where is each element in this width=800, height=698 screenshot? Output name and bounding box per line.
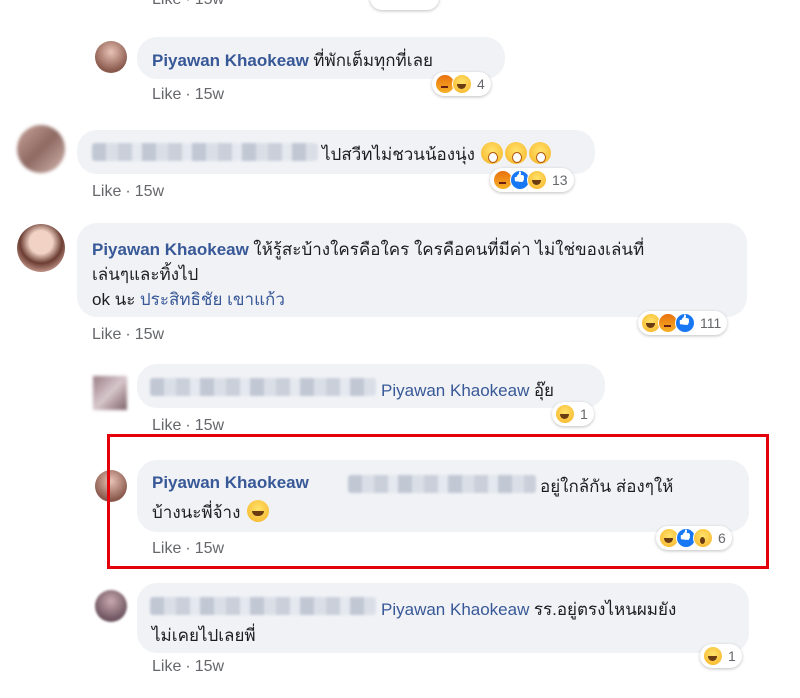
reaction-count: 1 bbox=[728, 648, 736, 664]
comment-text: ที่พักเต็มทุกที่เลย bbox=[313, 51, 433, 70]
comment-meta: Like·15w bbox=[152, 658, 225, 675]
comment-text: ok นะ bbox=[92, 290, 136, 309]
avatar[interactable] bbox=[95, 590, 127, 622]
comment-body: Piyawan Khaokeaw อุ๊ย bbox=[381, 377, 554, 404]
like-link[interactable]: Like bbox=[152, 0, 181, 8]
timestamp: 15w bbox=[194, 658, 225, 675]
comment-text-line: เล่นๆและทิ้งไป bbox=[92, 265, 199, 284]
like-link[interactable]: Like bbox=[152, 86, 181, 103]
blurred-name bbox=[150, 597, 376, 615]
timestamp: 15w bbox=[134, 326, 165, 343]
avatar[interactable] bbox=[17, 224, 65, 272]
haha-reaction-icon bbox=[555, 404, 575, 424]
scream-emoji-icon bbox=[481, 142, 504, 164]
mention-link[interactable]: Piyawan Khaokeaw bbox=[381, 600, 529, 619]
timestamp: 15w bbox=[195, 0, 224, 8]
comment-body: Piyawan Khaokeaw ให้รู้สะบ้างใครคือใคร ใ… bbox=[92, 236, 644, 263]
timestamp: 15w bbox=[194, 86, 225, 103]
comment-body: Piyawan Khaokeaw ที่พักเต็มทุกที่เลย bbox=[152, 47, 433, 74]
haha-reaction-icon bbox=[452, 74, 472, 94]
like-link[interactable]: Like bbox=[152, 658, 181, 675]
haha-reaction-icon bbox=[527, 170, 547, 190]
reaction-count: 4 bbox=[477, 76, 485, 92]
reaction-count: 13 bbox=[552, 172, 568, 188]
avatar[interactable] bbox=[17, 125, 65, 173]
mention-link[interactable]: Piyawan Khaokeaw bbox=[381, 381, 529, 400]
reaction-summary[interactable]: 13 bbox=[490, 168, 574, 192]
comment-meta: Like·15w bbox=[92, 183, 165, 200]
comment-meta: Like·15w bbox=[152, 86, 225, 103]
comment-text: อุ๊ย bbox=[533, 381, 554, 400]
blurred-name bbox=[92, 143, 318, 161]
scream-emoji-icon bbox=[505, 142, 528, 164]
reaction-count: 111 bbox=[700, 315, 722, 331]
comment-text-line: ok นะ ประสิทธิชัย เขาแก้ว bbox=[92, 286, 285, 313]
comment-author[interactable]: Piyawan Khaokeaw bbox=[92, 240, 249, 259]
comment-body: ไปสวีทไม่ชวนน้องนุ่ง bbox=[322, 141, 552, 168]
reaction-summary[interactable] bbox=[370, 0, 439, 10]
comment-meta: Like·15w bbox=[152, 0, 224, 9]
avatar[interactable] bbox=[95, 41, 127, 73]
comment-author[interactable]: Piyawan Khaokeaw bbox=[152, 51, 309, 70]
like-reaction-icon bbox=[675, 313, 695, 333]
comment-text: รร.อยู่ตรงไหนผมยัง bbox=[533, 600, 677, 619]
reaction-summary[interactable]: 4 bbox=[432, 72, 491, 96]
reaction-summary[interactable]: 1 bbox=[700, 644, 742, 668]
comment-text: ให้รู้สะบ้างใครคือใคร ใครคือคนที่มีค่า ไ… bbox=[253, 240, 645, 259]
like-link[interactable]: Like bbox=[92, 183, 121, 200]
timestamp: 15w bbox=[194, 417, 225, 434]
comment-body: Piyawan Khaokeaw รร.อยู่ตรงไหนผมยัง bbox=[381, 596, 676, 623]
reaction-count: 1 bbox=[580, 406, 588, 422]
like-link[interactable]: Like bbox=[92, 326, 121, 343]
comment-meta: Like·15w bbox=[152, 417, 225, 434]
comment-meta: Like·15w bbox=[92, 326, 165, 343]
timestamp: 15w bbox=[134, 183, 165, 200]
haha-reaction-icon bbox=[703, 646, 723, 666]
scream-emoji-icon bbox=[529, 142, 552, 164]
blurred-name bbox=[150, 378, 376, 396]
comment-text-line: ไม่เคยไปเลยพี่ bbox=[152, 626, 256, 645]
reaction-summary[interactable]: 111 bbox=[638, 311, 728, 335]
avatar[interactable] bbox=[93, 376, 127, 410]
mention-link[interactable]: ประสิทธิชัย เขาแก้ว bbox=[140, 290, 285, 309]
highlight-box bbox=[107, 434, 769, 569]
reaction-summary[interactable]: 1 bbox=[552, 402, 594, 426]
like-link[interactable]: Like bbox=[152, 417, 181, 434]
comment-text: ไปสวีทไม่ชวนน้องนุ่ง bbox=[322, 145, 475, 164]
